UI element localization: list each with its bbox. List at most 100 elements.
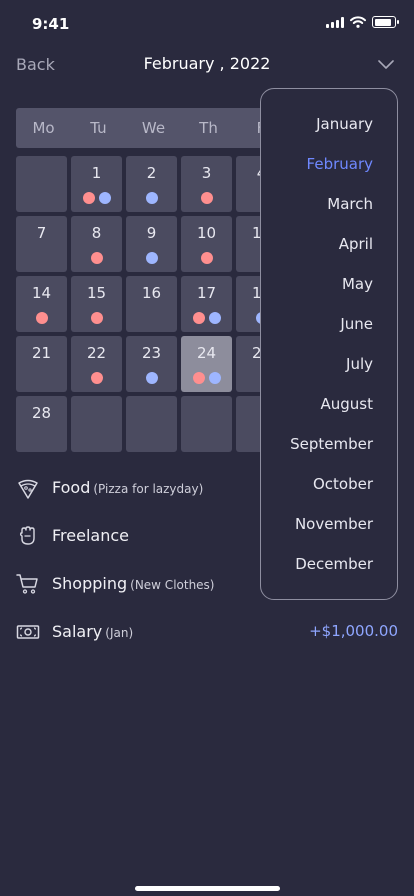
calendar-day[interactable]: 10: [181, 216, 232, 272]
day-number: 15: [86, 284, 107, 302]
weekday-label: Th: [199, 119, 218, 137]
calendar-day[interactable]: 28: [16, 396, 67, 452]
battery-icon: [372, 16, 399, 28]
header: Back February , 2022: [0, 48, 414, 82]
day-number: 3: [201, 164, 212, 182]
event-dots: [126, 372, 177, 384]
calendar-day[interactable]: 21: [16, 336, 67, 392]
expense-dot: [90, 312, 103, 324]
expense-dot: [35, 312, 48, 324]
day-number: 17: [196, 284, 217, 302]
event-dots: [181, 312, 232, 324]
calendar-empty-cell: [181, 396, 232, 452]
expense-dot: [90, 372, 103, 384]
expense-dot: [90, 252, 103, 264]
month-option[interactable]: May: [342, 275, 373, 293]
day-number: 16: [141, 284, 162, 302]
expense-dot: [82, 192, 95, 204]
day-number: 10: [196, 224, 217, 242]
income-dot: [145, 372, 158, 384]
transaction-amount: +$1,000.00: [309, 622, 398, 640]
wifi-icon: [350, 16, 366, 28]
cash-icon: [16, 625, 40, 639]
expense-dot: [200, 192, 213, 204]
day-number: 7: [36, 224, 47, 242]
month-option[interactable]: October: [313, 475, 373, 493]
expense-dot: [192, 312, 205, 324]
status-icons: [326, 16, 399, 28]
event-dots: [71, 252, 122, 264]
month-option[interactable]: April: [339, 235, 373, 253]
income-dot: [98, 192, 111, 204]
transaction-note: (Jan): [105, 626, 134, 640]
calendar-day[interactable]: 9: [126, 216, 177, 272]
month-option[interactable]: December: [295, 555, 373, 573]
calendar-empty-cell: [71, 396, 122, 452]
income-dot: [145, 192, 158, 204]
day-number: 23: [141, 344, 162, 362]
event-dots: [71, 312, 122, 324]
calendar-day[interactable]: 23: [126, 336, 177, 392]
transaction-label: Food (Pizza for lazyday): [52, 478, 204, 497]
calendar-day[interactable]: 7: [16, 216, 67, 272]
day-number: 28: [31, 404, 52, 422]
transaction-note: (New Clothes): [130, 578, 215, 592]
calendar-day[interactable]: 24: [181, 336, 232, 392]
day-number: 9: [146, 224, 157, 242]
pizza-icon: [18, 479, 38, 499]
transaction-note: (Pizza for lazyday): [93, 482, 204, 496]
chevron-down-icon[interactable]: [377, 57, 395, 71]
calendar-day[interactable]: 3: [181, 156, 232, 212]
month-option[interactable]: September: [290, 435, 373, 453]
income-dot: [145, 252, 158, 264]
calendar-day[interactable]: 8: [71, 216, 122, 272]
day-number: 2: [146, 164, 157, 182]
status-time: 9:41: [32, 15, 70, 33]
expense-dot: [200, 252, 213, 264]
day-number: 24: [196, 344, 217, 362]
status-bar: 9:41: [0, 0, 414, 48]
day-number: 21: [31, 344, 52, 362]
day-number: 22: [86, 344, 107, 362]
event-dots: [181, 372, 232, 384]
transaction-label: Freelance: [52, 526, 129, 545]
month-option[interactable]: November: [295, 515, 373, 533]
weekday-label: Mo: [32, 119, 55, 137]
transaction-label: Shopping (New Clothes): [52, 574, 215, 593]
month-title: February , 2022: [143, 54, 271, 73]
calendar-day[interactable]: 2: [126, 156, 177, 212]
calendar-empty-cell: [16, 156, 67, 212]
transaction-label: Salary (Jan): [52, 622, 134, 641]
transaction-item[interactable]: Salary (Jan) +$1,000.00: [16, 614, 398, 650]
income-dot: [208, 372, 221, 384]
calendar-empty-cell: [126, 396, 177, 452]
calendar-day[interactable]: 1: [71, 156, 122, 212]
month-option[interactable]: February: [307, 155, 373, 173]
month-option[interactable]: January: [316, 115, 373, 133]
home-indicator: [135, 886, 280, 891]
calendar-day[interactable]: 15: [71, 276, 122, 332]
month-dropdown: January February March April May June July Augu…: [260, 88, 398, 600]
event-dots: [181, 252, 232, 264]
event-dots: [126, 192, 177, 204]
month-option[interactable]: March: [327, 195, 373, 213]
day-number: 8: [91, 224, 102, 242]
day-number: 14: [31, 284, 52, 302]
calendar-day[interactable]: 22: [71, 336, 122, 392]
event-dots: [71, 372, 122, 384]
income-dot: [208, 312, 221, 324]
calendar-day[interactable]: 16: [126, 276, 177, 332]
month-option[interactable]: August: [321, 395, 374, 413]
weekday-label: Tu: [90, 119, 107, 137]
event-dots: [126, 252, 177, 264]
day-number: 1: [91, 164, 102, 182]
expense-dot: [192, 372, 205, 384]
month-option[interactable]: June: [340, 315, 373, 333]
calendar-day[interactable]: 17: [181, 276, 232, 332]
event-dots: [71, 192, 122, 204]
calendar-day[interactable]: 14: [16, 276, 67, 332]
month-option[interactable]: July: [346, 355, 373, 373]
fist-icon: [19, 526, 35, 545]
cellular-signal-icon: [326, 16, 344, 28]
cart-icon: [16, 574, 38, 594]
